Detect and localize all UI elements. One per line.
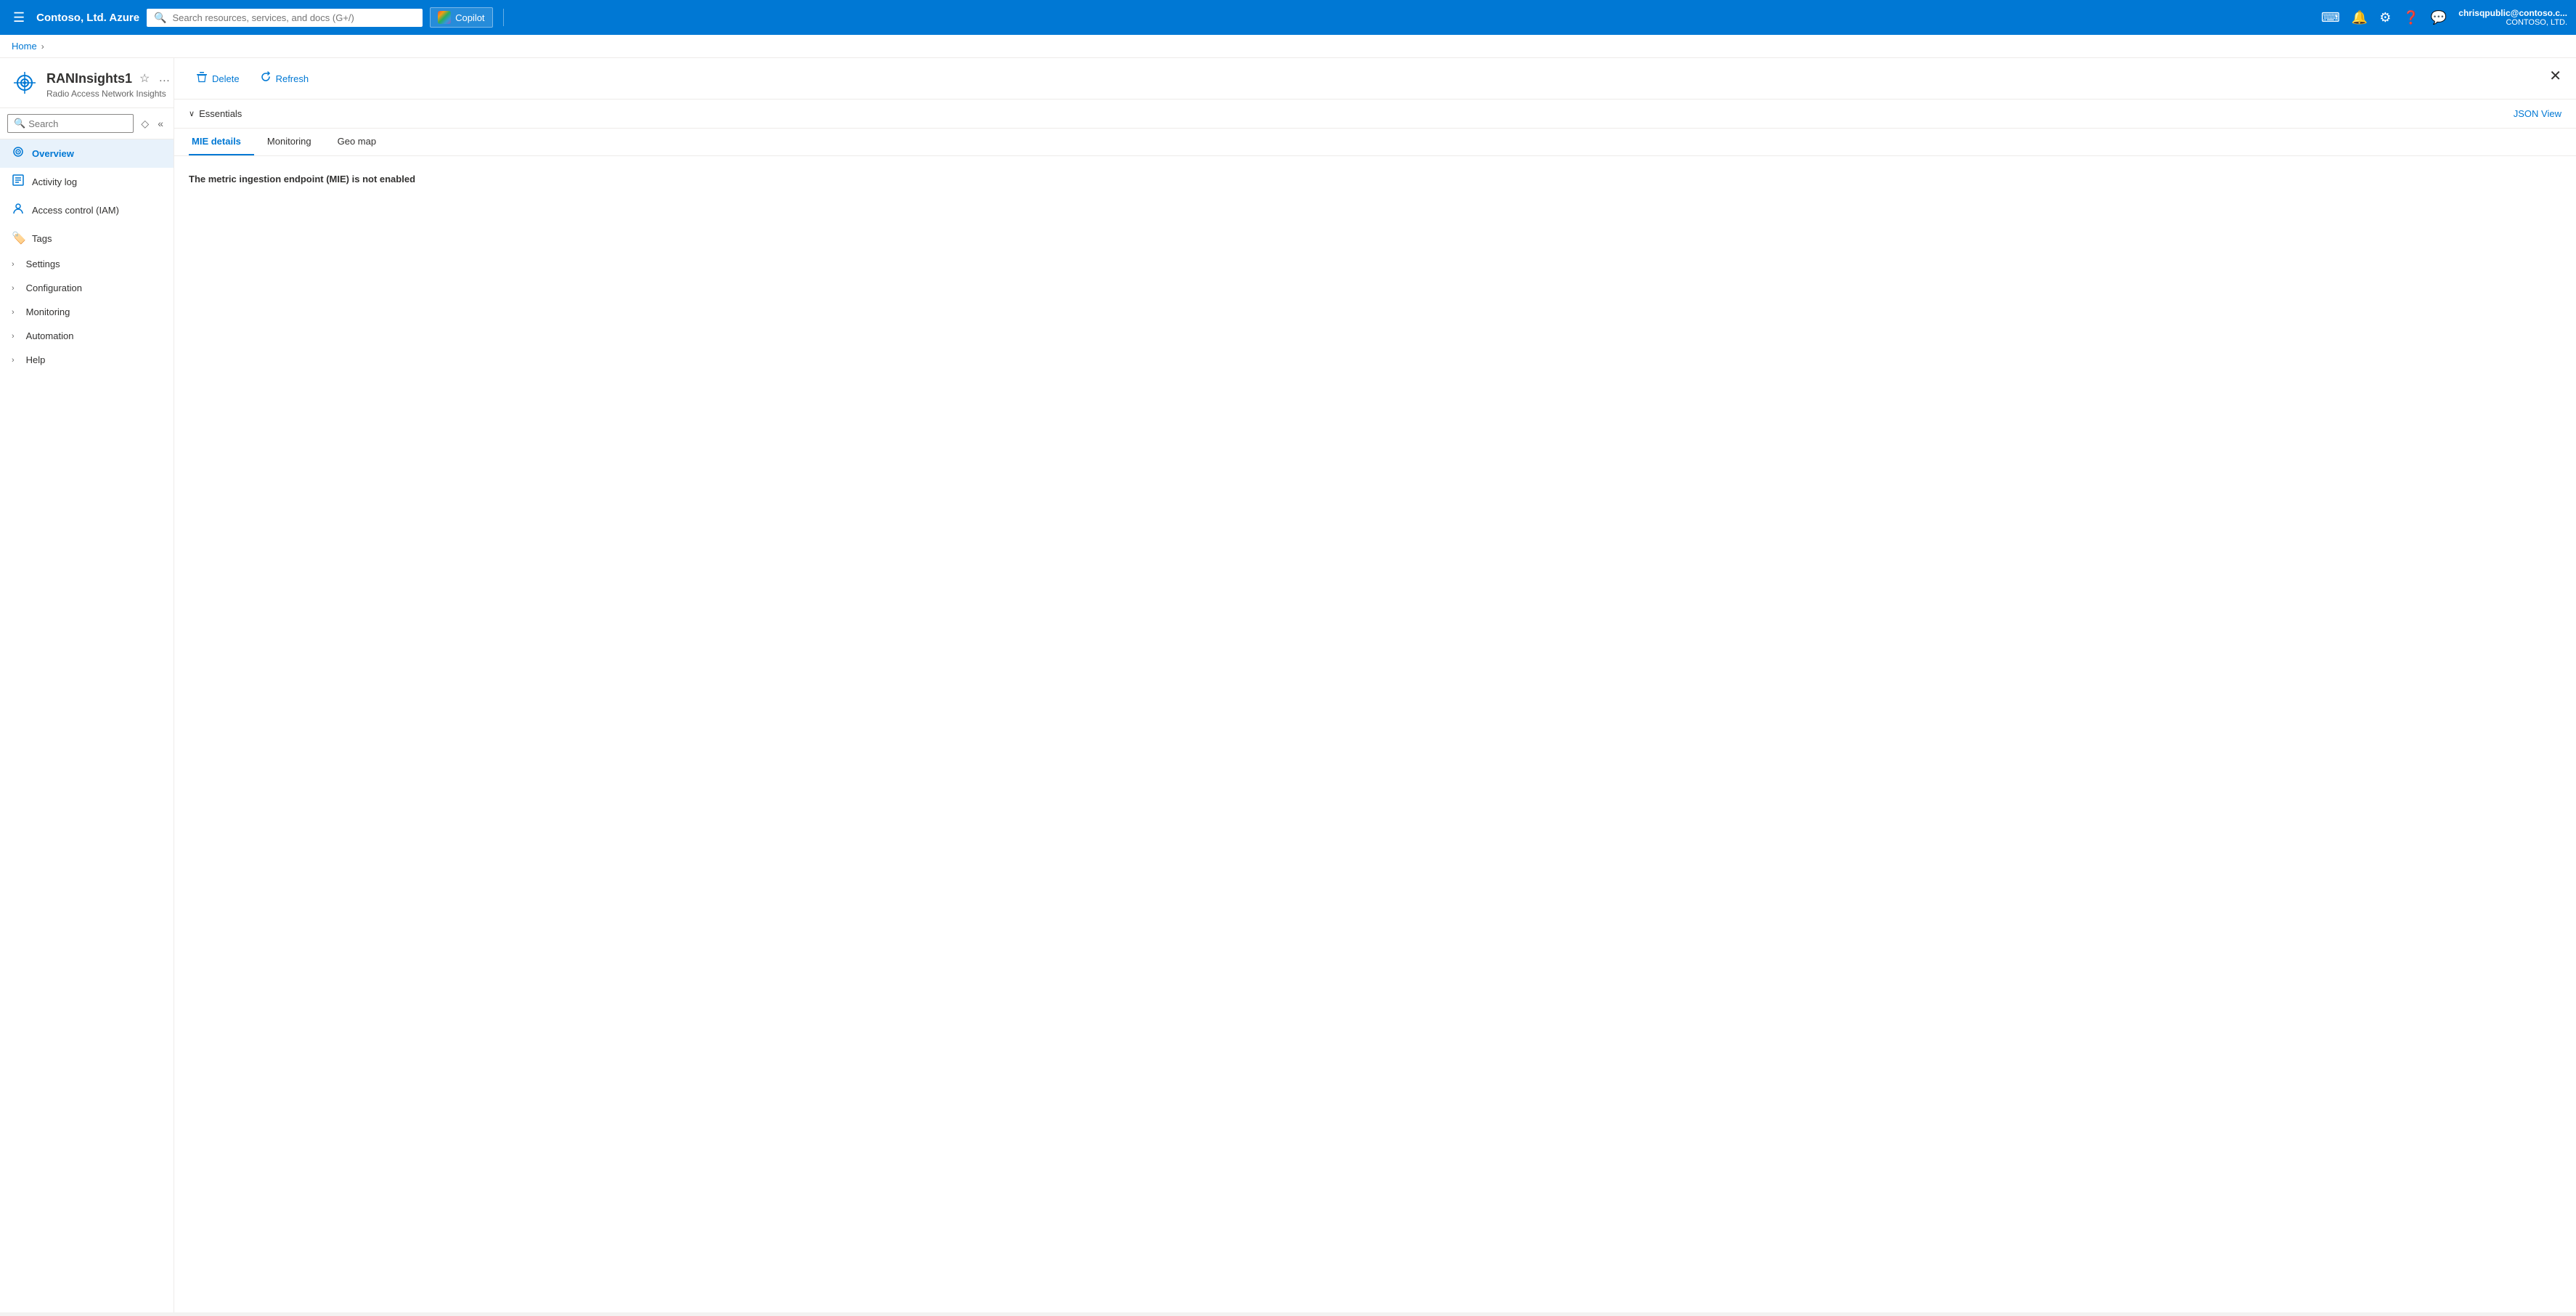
notifications-button[interactable]: 🔔 [2347,6,2372,30]
nav-icon-group: ⌨ 🔔 ⚙ ❓ 💬 [2317,6,2451,30]
sidebar-search-input[interactable] [28,118,127,129]
refresh-icon [260,71,272,86]
close-button[interactable]: ✕ [2549,67,2561,85]
user-org-name: CONTOSO, LTD. [2506,18,2567,27]
sidebar-item-label-configuration: Configuration [26,283,82,293]
sidebar-item-access-control[interactable]: Access control (IAM) [0,196,174,224]
sidebar-item-overview[interactable]: Overview [0,139,174,168]
search-icon: 🔍 [154,12,166,24]
resource-title: RANInsights1 [46,71,132,86]
delete-label: Delete [212,73,240,84]
sidebar-item-label-iam: Access control (IAM) [32,205,119,216]
tab-content-mie-details: The metric ingestion endpoint (MIE) is n… [174,156,2576,1312]
sidebar-item-activity-log[interactable]: Activity log [0,168,174,196]
sidebar-item-monitoring[interactable]: › Monitoring [0,300,174,324]
sidebar-collapse-button[interactable]: « [155,115,166,133]
cloud-shell-button[interactable]: ⌨ [2317,6,2344,30]
tab-geo-map-label: Geo map [338,136,376,147]
brand-name: Contoso, Ltd. Azure [36,12,139,24]
resource-title-block: RANInsights1 ☆ … Radio Access Network In… [46,70,171,99]
sidebar-item-label-automation: Automation [26,330,74,341]
chevron-down-icon: ∨ [189,109,195,118]
sidebar-item-label-settings: Settings [26,259,60,269]
tags-icon: 🏷️ [12,231,25,245]
content-toolbar: Delete Refresh ✕ [174,58,2576,99]
sidebar-item-automation[interactable]: › Automation [0,324,174,348]
sidebar-item-label-help: Help [26,354,46,365]
help-button[interactable]: ❓ [2398,6,2423,30]
nav-separator [503,9,504,26]
sidebar-item-settings[interactable]: › Settings [0,252,174,276]
sidebar-pin-button[interactable]: ◇ [138,115,152,133]
favorite-button[interactable]: ☆ [138,70,151,87]
feedback-button[interactable]: 💬 [2426,6,2451,30]
more-options-button[interactable]: … [157,70,171,86]
content-area: Delete Refresh ✕ ∨ Essentials JSON View [174,58,2576,1312]
sidebar-item-label-activity-log: Activity log [32,176,77,187]
tab-mie-details[interactable]: MIE details [189,129,254,155]
chevron-right-icon: › [12,260,15,269]
sidebar-search-icon: 🔍 [14,118,25,129]
essentials-toggle-button[interactable]: ∨ Essentials [189,108,242,119]
resource-subtitle: Radio Access Network Insights [46,89,171,99]
tab-mie-details-label: MIE details [192,136,241,147]
essentials-section: ∨ Essentials JSON View [174,99,2576,129]
overview-icon [12,146,25,161]
chevron-right-icon-help: › [12,356,15,365]
refresh-button[interactable]: Refresh [253,67,317,90]
delete-button[interactable]: Delete [189,67,247,90]
copilot-gem-icon [438,11,451,24]
global-search-input[interactable] [173,12,416,23]
resource-type-icon [12,70,38,96]
settings-button[interactable]: ⚙ [2375,6,2395,30]
resource-header: RANInsights1 ☆ … Radio Access Network In… [0,58,174,108]
tab-geo-map[interactable]: Geo map [335,129,389,155]
tabs-bar: MIE details Monitoring Geo map [174,129,2576,156]
cloud-shell-icon: ⌨ [2321,10,2340,25]
user-account[interactable]: chrisqpublic@contoso.c... CONTOSO, LTD. [2458,8,2567,27]
mie-disabled-message: The metric ingestion endpoint (MIE) is n… [189,174,2561,184]
json-view-button[interactable]: JSON View [2514,108,2561,119]
sidebar: RANInsights1 ☆ … Radio Access Network In… [0,58,174,1312]
tab-monitoring-label: Monitoring [267,136,311,147]
access-control-icon [12,203,25,218]
hamburger-menu-button[interactable]: ☰ [9,6,29,30]
breadcrumb-home[interactable]: Home [12,41,37,52]
sidebar-item-label-overview: Overview [32,148,74,159]
copilot-label: Copilot [455,12,484,23]
sidebar-item-help[interactable]: › Help [0,348,174,372]
sidebar-item-tags[interactable]: 🏷️ Tags [0,224,174,252]
gear-icon: ⚙ [2379,10,2391,25]
sidebar-nav: Overview Activity log [0,139,174,372]
feedback-icon: 💬 [2431,10,2447,25]
sidebar-item-configuration[interactable]: › Configuration [0,276,174,300]
main-layout: RANInsights1 ☆ … Radio Access Network In… [0,58,2576,1312]
sidebar-item-label-tags: Tags [32,233,52,244]
sidebar-item-label-monitoring: Monitoring [26,306,70,317]
help-icon: ❓ [2402,10,2418,25]
chevron-right-icon-automation: › [12,332,15,341]
chevron-right-icon-config: › [12,284,15,293]
activity-log-icon [12,174,25,190]
top-navigation: ☰ Contoso, Ltd. Azure 🔍 Copilot ⌨ 🔔 ⚙ ❓ … [0,0,2576,35]
essentials-label: Essentials [199,108,242,119]
sidebar-controls: ◇ « [138,115,166,133]
sidebar-search-bar: 🔍 ◇ « [0,108,174,139]
breadcrumb-separator: › [41,41,44,52]
tab-monitoring[interactable]: Monitoring [264,129,325,155]
global-search-box[interactable]: 🔍 [147,9,423,27]
copilot-button[interactable]: Copilot [430,7,492,28]
refresh-label: Refresh [276,73,309,84]
user-display-name: chrisqpublic@contoso.c... [2458,8,2567,18]
sidebar-search-field[interactable]: 🔍 [7,114,134,133]
chevron-right-icon-monitoring: › [12,308,15,317]
breadcrumb: Home › [0,35,2576,58]
delete-icon [196,71,208,86]
bell-icon: 🔔 [2352,10,2368,25]
